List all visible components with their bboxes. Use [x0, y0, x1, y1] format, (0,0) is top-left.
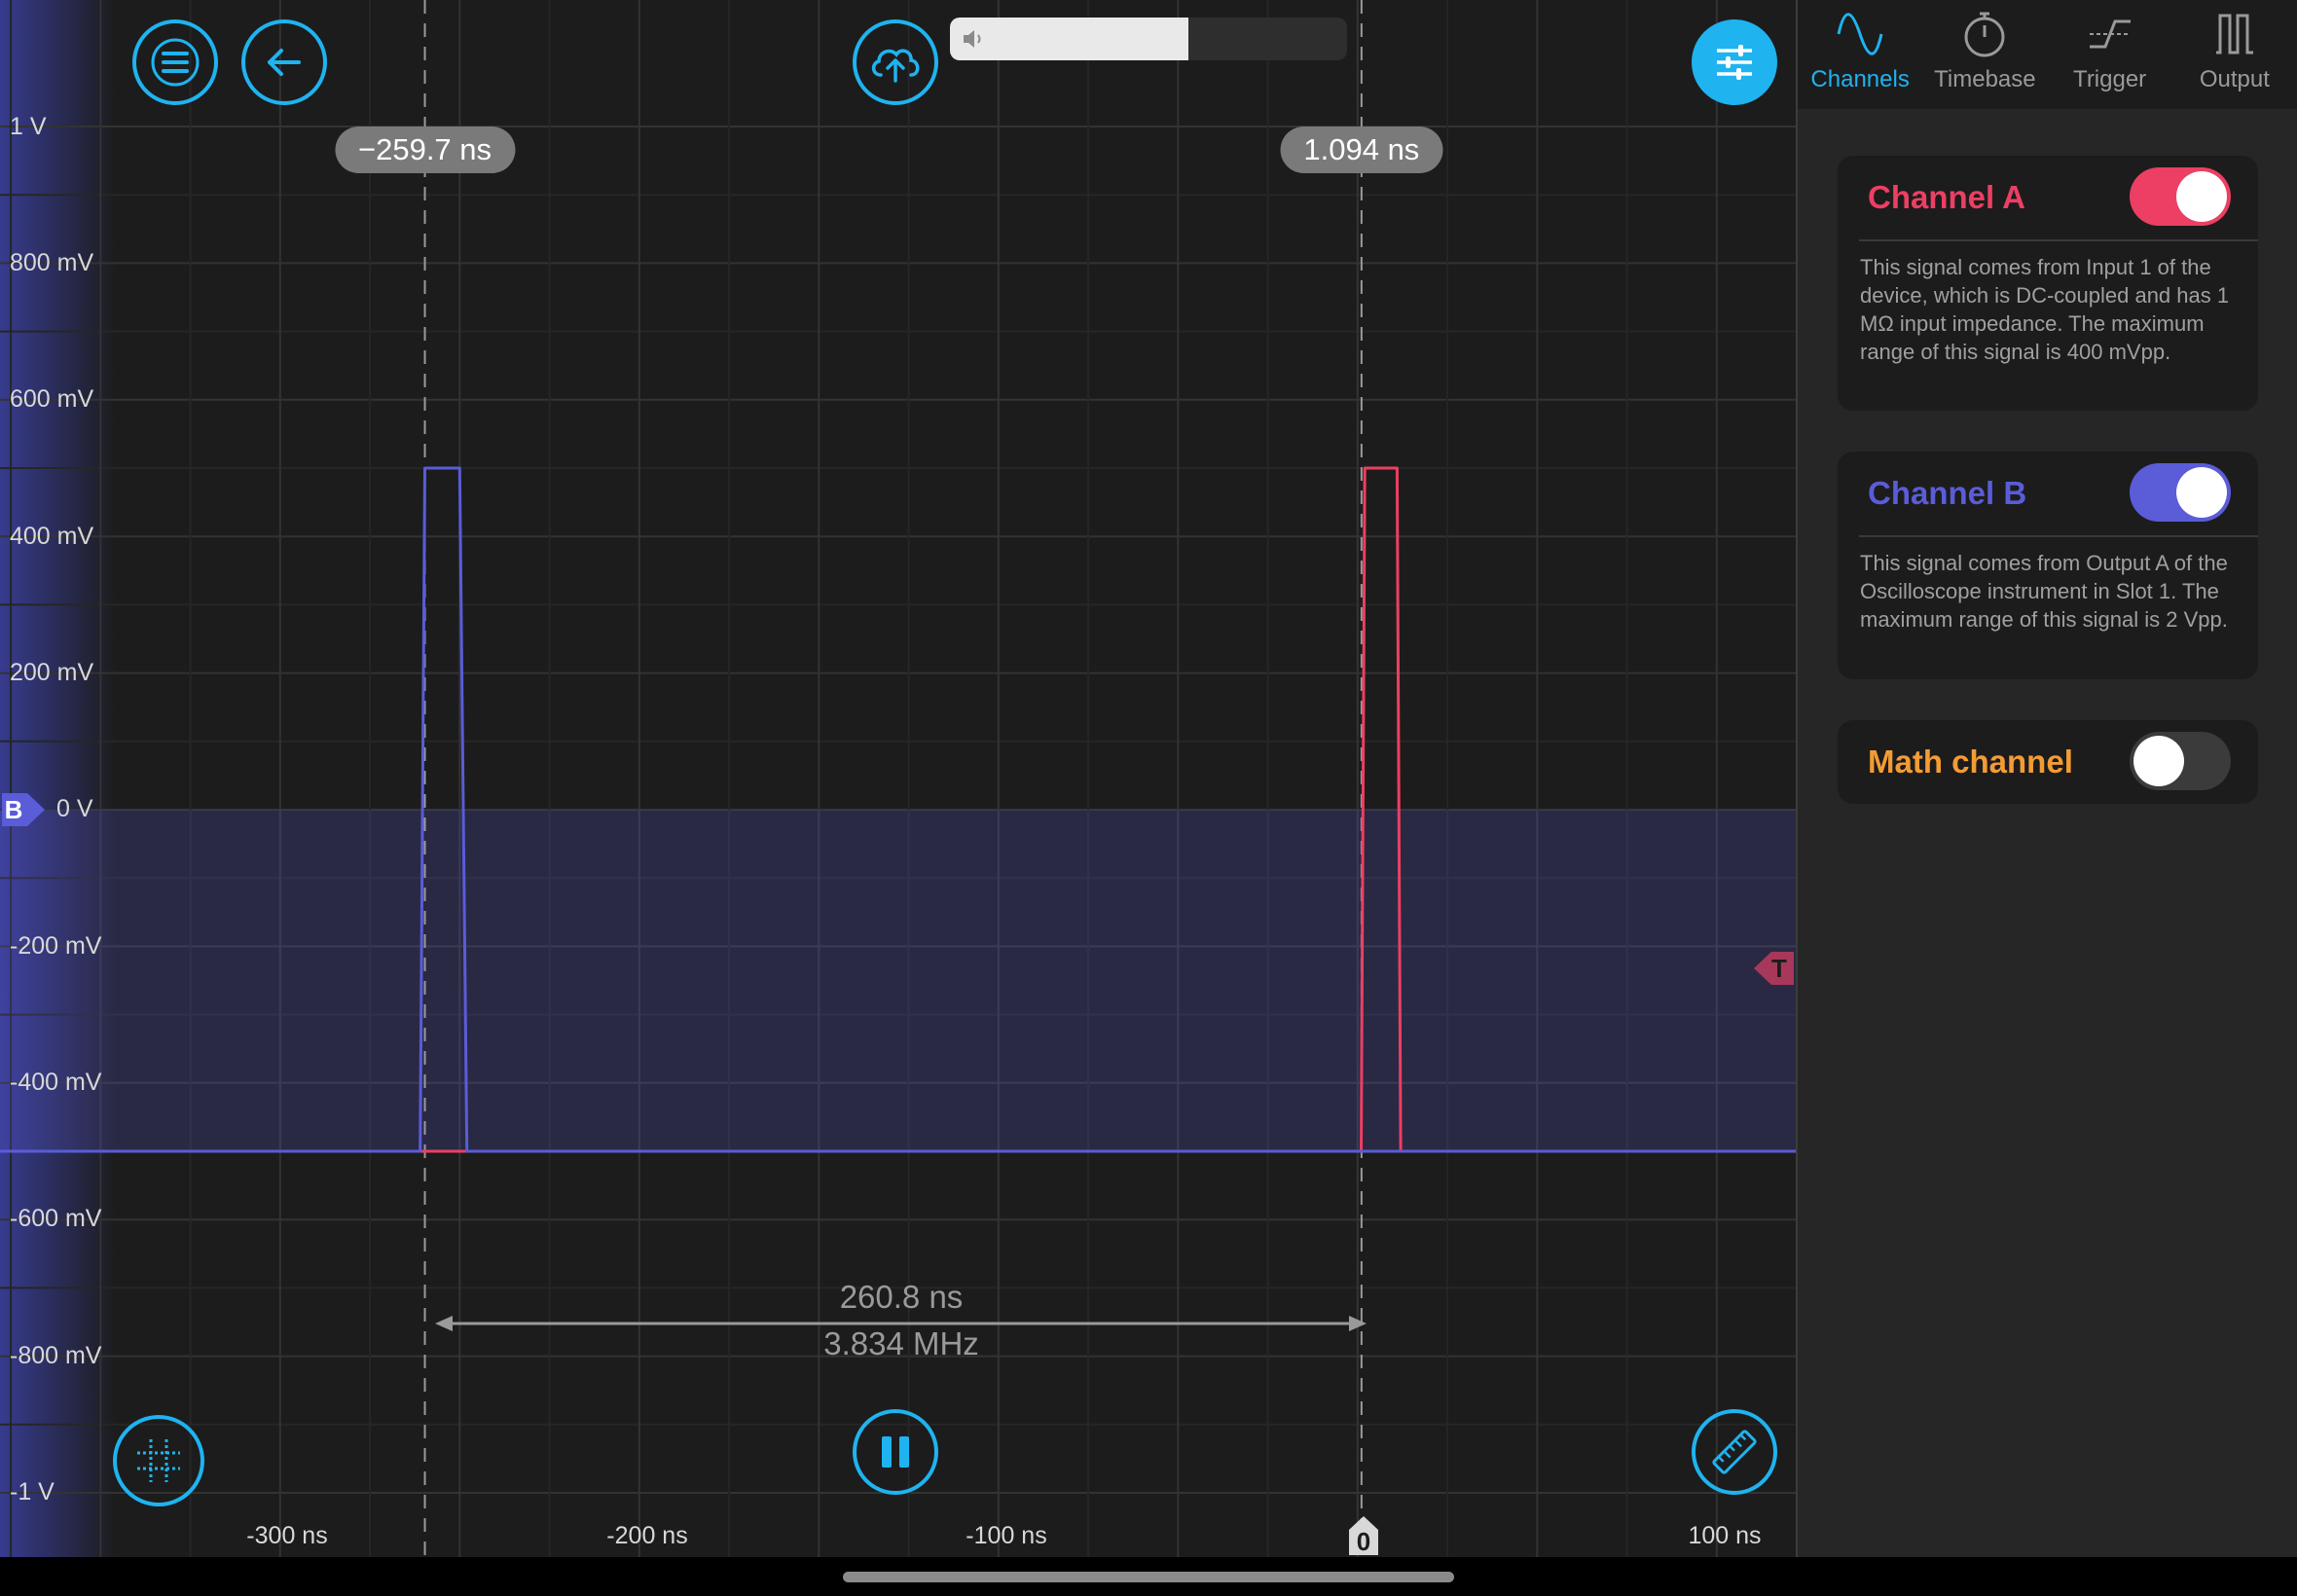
menu-button[interactable]: [132, 19, 218, 105]
channel-a-description: This signal comes from Input 1 of the de…: [1860, 255, 2230, 364]
y-axis-label: 0 V: [56, 795, 93, 822]
oscilloscope-plot[interactable]: 1 V 800 mV 600 mV 400 mV 200 mV 0 V -200…: [0, 0, 1796, 1557]
y-axis-label: -600 mV: [10, 1205, 102, 1232]
y-axis-label: -1 V: [10, 1478, 55, 1505]
upload-button[interactable]: [853, 19, 938, 105]
trigger-level-marker[interactable]: T: [1752, 948, 1796, 989]
back-button[interactable]: [241, 19, 327, 105]
channel-b-card: Channel B This signal comes from Output …: [1838, 452, 2258, 679]
tab-trigger[interactable]: Trigger: [2048, 0, 2172, 109]
y-axis-label: 800 mV: [10, 249, 94, 276]
x-axis-label: -100 ns: [966, 1522, 1047, 1549]
x-axis-label: -300 ns: [246, 1522, 328, 1549]
tab-label: Channels: [1810, 66, 1910, 92]
channel-a-card: Channel A This signal comes from Input 1…: [1838, 156, 2258, 411]
x-axis-label: 100 ns: [1688, 1522, 1762, 1549]
tab-label: Output: [2199, 66, 2270, 92]
channel-b-description: This signal comes from Output A of the O…: [1860, 551, 2228, 632]
ruler-icon: [1712, 1430, 1757, 1474]
y-axis-label: -800 mV: [10, 1342, 102, 1369]
sliders-icon: [1717, 45, 1752, 80]
home-indicator[interactable]: [843, 1572, 1454, 1582]
x-axis-label: -200 ns: [606, 1522, 688, 1549]
left-edge-glow: [0, 0, 117, 1557]
tab-channels[interactable]: Channels: [1798, 0, 1922, 109]
math-channel-card: Math channel: [1838, 720, 2258, 804]
channel-b-marker-label: B: [5, 795, 23, 824]
settings-panel: Channels Timebase Trigger Output Channel…: [1798, 0, 2297, 1557]
pulse-wave-icon: [2215, 14, 2253, 54]
speaker-icon: [964, 30, 981, 48]
y-axis-label: -200 mV: [10, 932, 102, 960]
grid-crosshair-icon: [137, 1439, 180, 1482]
y-axis-label: 200 mV: [10, 659, 94, 686]
hamburger-icon: [151, 38, 200, 87]
arrow-left-icon: [268, 49, 301, 76]
cloud-upload-icon: [871, 49, 920, 83]
math-channel-title: Math channel: [1868, 744, 2073, 780]
math-channel-toggle[interactable]: [2130, 732, 2231, 790]
toggle-knob: [2176, 467, 2227, 518]
channel-b-offset-marker[interactable]: B: [0, 789, 47, 830]
tab-timebase[interactable]: Timebase: [1922, 0, 2047, 109]
y-axis-label: -400 mV: [10, 1069, 102, 1096]
measurement-arrow-left-head: [435, 1316, 453, 1331]
channel-a-toggle[interactable]: [2130, 167, 2231, 226]
y-axis-label: 600 mV: [10, 385, 94, 413]
grid-toggle-button[interactable]: [113, 1415, 204, 1506]
scope-canvas[interactable]: [0, 0, 1796, 1557]
sine-wave-icon: [1837, 13, 1883, 55]
y-axis-label: 400 mV: [10, 523, 94, 550]
tab-label: Timebase: [1934, 66, 2036, 92]
volume-slider[interactable]: [950, 18, 1347, 60]
toggle-knob: [2176, 171, 2227, 222]
cursor-2-time-label[interactable]: 1.094 ns: [1280, 127, 1443, 173]
stopwatch-icon: [1964, 12, 2005, 57]
channel-b-toggle[interactable]: [2130, 463, 2231, 522]
measure-button[interactable]: [1692, 1409, 1777, 1495]
channel-b-title: Channel B: [1868, 475, 2027, 511]
pause-button[interactable]: [853, 1409, 938, 1495]
trigger-time-marker[interactable]: 0: [1347, 1514, 1380, 1557]
tab-label: Trigger: [2073, 66, 2147, 92]
toggle-knob: [2133, 736, 2184, 786]
pause-icon: [882, 1436, 909, 1468]
cursor-1-time-label[interactable]: −259.7 ns: [334, 127, 516, 173]
settings-button[interactable]: [1692, 19, 1777, 105]
trigger-marker-label: T: [1771, 954, 1787, 983]
delta-time-value: 260.8 ns: [839, 1279, 964, 1315]
tab-output[interactable]: Output: [2172, 0, 2297, 109]
channel-a-title: Channel A: [1868, 179, 2025, 215]
channel-b-range-band: [0, 810, 1796, 1151]
zero-time-label: 0: [1357, 1527, 1370, 1556]
tab-bar: Channels Timebase Trigger Output: [1798, 0, 2297, 109]
delta-frequency-value: 3.834 MHz: [823, 1325, 979, 1361]
trigger-edge-icon: [2089, 19, 2131, 49]
y-axis-label: 1 V: [10, 113, 47, 140]
